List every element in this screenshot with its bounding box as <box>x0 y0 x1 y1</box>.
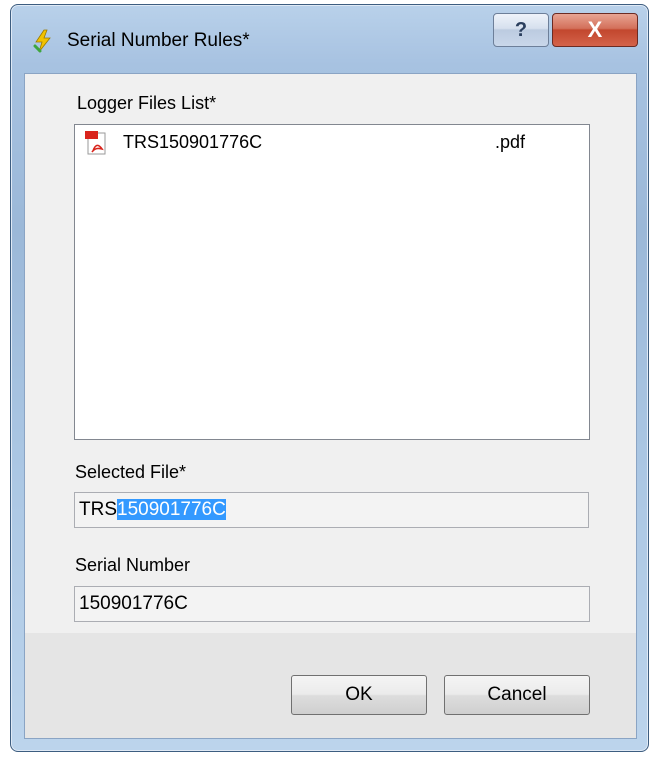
help-icon: ? <box>514 18 528 41</box>
title-bar[interactable]: Serial Number Rules* ? X <box>11 5 648 73</box>
file-extension: .pdf <box>495 132 526 152</box>
selected-text-highlight: 150901776C <box>117 499 226 520</box>
logger-files-list[interactable]: TRS150901776C .pdf <box>74 124 590 440</box>
serial-number-text: 150901776C <box>79 593 188 614</box>
dialog-client-area: Logger Files List* TRS150901776C .pdf Se… <box>24 73 637 739</box>
close-button[interactable]: X <box>552 13 638 47</box>
selected-file-label: Selected File* <box>75 462 187 482</box>
ok-button[interactable]: OK <box>291 675 427 715</box>
window-title: Serial Number Rules* <box>67 30 250 51</box>
list-item[interactable]: TRS150901776C .pdf <box>85 131 575 155</box>
logger-files-label: Logger Files List* <box>77 93 217 113</box>
selected-file-text: TRS <box>79 499 117 520</box>
close-icon: X <box>587 17 603 42</box>
file-name: TRS150901776C <box>123 132 263 152</box>
serial-number-label: Serial Number <box>75 555 191 575</box>
dialog-window: Serial Number Rules* ? X Logger Files Li… <box>10 4 649 752</box>
button-bar: OK Cancel <box>25 633 636 738</box>
selected-file-field[interactable]: TRS150901776C <box>74 492 589 528</box>
form-area: Logger Files List* TRS150901776C .pdf Se… <box>25 74 636 633</box>
help-button[interactable]: ? <box>493 13 549 47</box>
pdf-icon <box>85 131 107 155</box>
cancel-button[interactable]: Cancel <box>444 675 590 715</box>
serial-number-field[interactable]: 150901776C <box>74 586 590 622</box>
app-lightning-icon <box>31 29 55 53</box>
